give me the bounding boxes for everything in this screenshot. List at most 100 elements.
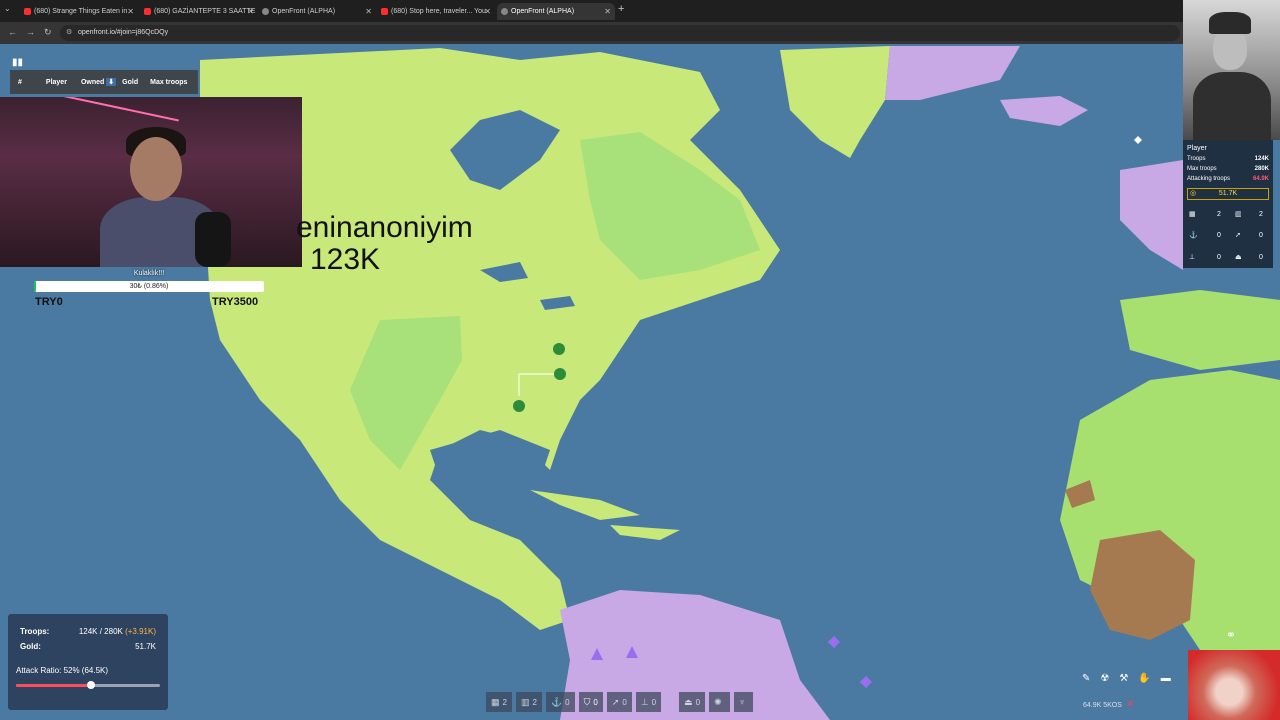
site-info-icon[interactable]: ⚙ xyxy=(66,25,72,41)
player-stats-panel: Troops: 124K / 280K (+3.91K) Gold: 51.7K… xyxy=(8,614,168,710)
close-tab-icon[interactable]: ✕ xyxy=(365,3,372,20)
sort-indicator-icon: ⬇ xyxy=(106,78,117,86)
city-marker-icon[interactable] xyxy=(554,368,566,380)
warship-icon: ⏏ xyxy=(684,696,693,707)
attack-ratio-slider[interactable] xyxy=(16,681,160,689)
pp-gold-value: 51.7K xyxy=(1218,190,1238,197)
globe-icon xyxy=(262,8,269,15)
close-tab-icon[interactable]: ✕ xyxy=(247,3,254,20)
gold-coin-icon: ◎ xyxy=(1190,190,1197,197)
reload-icon[interactable]: ↻ xyxy=(44,27,52,38)
youtube-icon xyxy=(381,8,388,15)
troops-current: 124K / 280K xyxy=(78,627,123,636)
build-city-button[interactable]: ▦ 2 xyxy=(486,692,512,712)
pp-factories: 2 xyxy=(1259,211,1263,218)
microphone xyxy=(195,212,231,267)
browser-tab[interactable]: (680) GAZİANTEPTE 3 SAATTE ✕ xyxy=(140,3,258,20)
pencil-icon[interactable]: ✎ xyxy=(1082,673,1090,691)
lb-col-owned[interactable]: Owned xyxy=(81,79,104,86)
build-sam-button[interactable]: ⊥ 0 xyxy=(635,692,662,712)
close-tab-icon[interactable]: ✕ xyxy=(604,3,611,20)
hydrogen-bomb-icon: ♆ xyxy=(738,697,746,707)
donation-progress-bar: 30₺ (0.86%) xyxy=(34,281,264,292)
alliance-handshake-icon[interactable]: ✋ xyxy=(1138,673,1150,691)
build-missile-silo-button[interactable]: ➚ 0 xyxy=(606,692,632,712)
youtube-icon xyxy=(144,8,151,15)
hydrogen-bomb-button[interactable]: ♆ xyxy=(733,692,754,712)
pp-max-troops-row: Max troops 280K xyxy=(1187,166,1269,172)
build-port-button[interactable]: ⚓ 0 xyxy=(545,692,575,712)
new-tab-button[interactable]: + xyxy=(618,3,624,15)
portrait-coat xyxy=(1193,72,1271,140)
pp-attacking-row: Attacking troops 64.9K xyxy=(1187,176,1269,182)
portrait-overlay xyxy=(1183,0,1280,140)
globe-icon xyxy=(501,8,508,15)
pp-max-troops-label: Max troops xyxy=(1187,166,1217,172)
cancel-attack-icon[interactable]: ✕ xyxy=(1126,699,1134,710)
close-tab-icon[interactable]: ✕ xyxy=(127,3,134,20)
forward-icon[interactable]: → xyxy=(26,27,35,37)
build-defense-button[interactable]: ⛉ 0 xyxy=(578,692,603,712)
atom-bomb-button[interactable]: ✺ xyxy=(709,692,730,712)
player-info-panel: Player Troops 124K Max troops 280K Attac… xyxy=(1183,140,1273,268)
wand-icon[interactable]: ⚒ xyxy=(1119,673,1128,691)
close-tab-icon[interactable]: ✕ xyxy=(484,3,491,20)
browser-tab-active[interactable]: OpenFront (ALPHA) ✕ xyxy=(497,3,615,20)
tab-search-icon[interactable]: ⌄ xyxy=(4,4,11,13)
portrait-head xyxy=(1213,28,1247,70)
city-marker-icon[interactable] xyxy=(553,343,565,355)
lb-col-max-troops[interactable]: Max troops xyxy=(150,79,187,86)
attack-ratio-fill xyxy=(16,684,91,687)
missile-icon: ➚ xyxy=(1235,232,1241,239)
link-icon: ⚭ xyxy=(1226,628,1237,642)
lb-col-gold[interactable]: Gold xyxy=(122,79,138,86)
browser-tab[interactable]: (680) Stop here, traveler... You ✕ xyxy=(377,3,495,20)
player-name-label: eninanoniyim xyxy=(296,211,473,244)
missile-silo-icon: ➚ xyxy=(611,696,620,707)
lb-col-rank[interactable]: # xyxy=(18,79,22,86)
troops-increase: (+3.91K) xyxy=(125,627,156,636)
troops-value: 124K / 280K (+3.91K) xyxy=(79,627,156,636)
leaderboard-header: # Player Owned ⬇ Gold Max troops xyxy=(10,70,198,94)
atom-bomb-icon: ✺ xyxy=(714,696,722,707)
leaderboard-icon[interactable]: ▮▮ xyxy=(12,57,23,68)
build-warship-button[interactable]: ⏏ 0 xyxy=(679,692,706,712)
browser-tab[interactable]: (680) Strange Things Eaten in ✕ xyxy=(20,3,138,20)
troops-label: Troops: xyxy=(20,627,50,636)
attack-ratio-handle[interactable] xyxy=(86,681,95,689)
portrait-hat xyxy=(1209,12,1251,34)
pp-missiles: 0 xyxy=(1259,232,1263,239)
chat-icon[interactable]: ▬ xyxy=(1161,673,1171,691)
build-count: 2 xyxy=(532,697,537,707)
port-anchor-icon: ⚓ xyxy=(1189,232,1198,239)
tab-title: OpenFront (ALPHA) xyxy=(272,8,336,15)
pp-attacking-label: Attacking troops xyxy=(1187,176,1231,182)
tab-title: (680) Stop here, traveler... You xyxy=(391,8,486,15)
lb-col-player[interactable]: Player xyxy=(46,79,67,86)
attack-ratio-label: Attack Ratio: 52% (64.5K) xyxy=(16,666,109,675)
tab-title: (680) GAZİANTEPTE 3 SAATTE xyxy=(154,8,256,15)
browser-tab[interactable]: OpenFront (ALPHA) ✕ xyxy=(258,3,376,20)
build-factory-button[interactable]: ▥ 2 xyxy=(515,692,542,712)
browser-tab-bar: ⌄ (680) Strange Things Eaten in ✕ (680) … xyxy=(0,0,1280,22)
pp-cities: 2 xyxy=(1217,211,1221,218)
build-count: 2 xyxy=(502,697,507,707)
build-count: 0 xyxy=(622,697,627,707)
donation-progress-text: 30₺ (0.86%) xyxy=(129,283,169,290)
pp-defense: 0 xyxy=(1217,254,1221,261)
pp-troops-label: Troops xyxy=(1187,156,1206,162)
city-icon: ▦ xyxy=(1189,211,1196,218)
port-icon: ⚓ xyxy=(550,696,563,707)
donation-max-label: TRY3500 xyxy=(212,296,259,308)
pp-troops-value: 124K xyxy=(1254,156,1269,162)
factory-marker-icon[interactable] xyxy=(513,400,525,412)
nuke-icon[interactable]: ☢ xyxy=(1100,673,1109,691)
back-icon[interactable]: ← xyxy=(8,27,17,37)
sam-icon: ⊥ xyxy=(640,696,649,707)
address-bar[interactable]: ⚙ openfront.io/#join=j86QcDQy xyxy=(60,25,1180,41)
pp-troops-row: Troops 124K xyxy=(1187,156,1269,162)
sam-icon: ⊥ xyxy=(1189,254,1196,261)
gold-value: 51.7K xyxy=(135,642,156,651)
quick-action-bar: ✎ ☢ ⚒ ✋ ▬ xyxy=(1082,673,1171,691)
player-troops-label: 123K xyxy=(310,243,381,276)
